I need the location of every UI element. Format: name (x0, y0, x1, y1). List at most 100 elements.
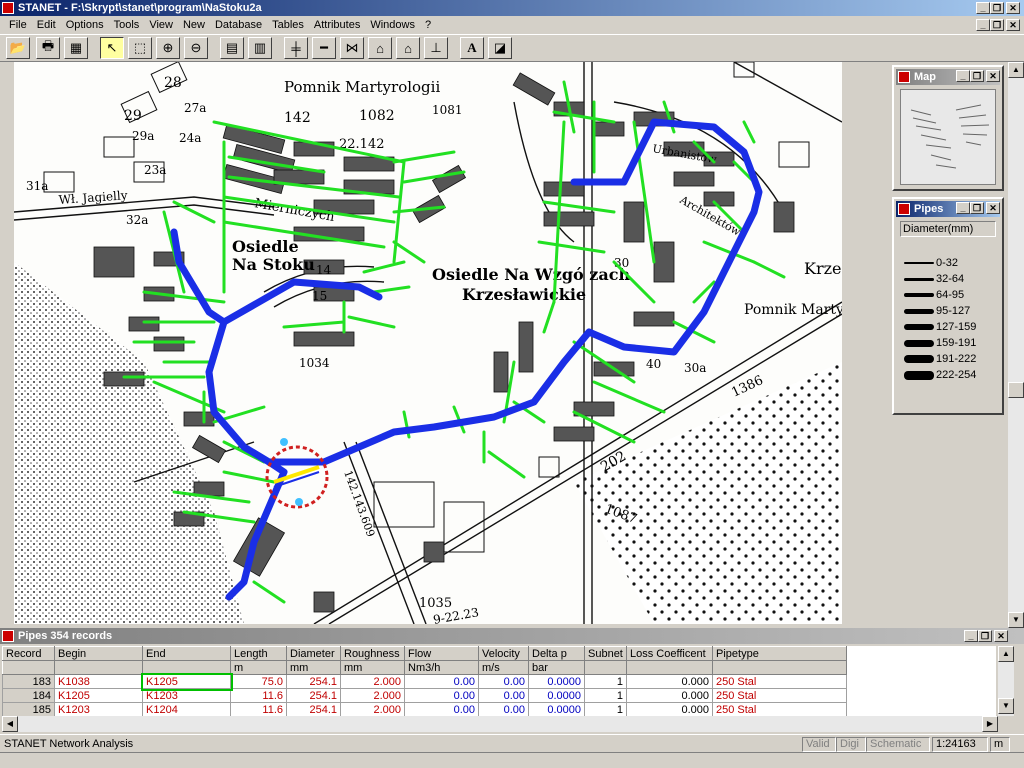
doc-minimize-button[interactable]: _ (976, 19, 990, 31)
pipes-table-title[interactable]: Pipes 354 records (0, 628, 1024, 644)
menu-windows[interactable]: Windows (365, 16, 420, 34)
zoom-in-icon[interactable]: ⊕ (156, 37, 180, 59)
menu-view[interactable]: View (144, 16, 178, 34)
table-cell[interactable]: 0.000 (626, 688, 713, 703)
table-cell[interactable]: 254.1 (286, 702, 341, 716)
table-cell[interactable]: 11.6 (230, 688, 287, 703)
open-icon[interactable]: 📂 (6, 37, 30, 59)
table-row[interactable]: 183 K1038 K1205 75.0 254.1 2.000 0.00 0.00 0.000… (2, 672, 847, 691)
legend-close-button[interactable]: ✕ (986, 202, 1000, 214)
table-cell[interactable]: 250 Stal (712, 688, 847, 703)
legend-minimize-button[interactable]: _ (956, 202, 970, 214)
mini-map-title[interactable]: Map (896, 69, 1000, 85)
select-region-icon[interactable]: ⬚ (128, 37, 152, 59)
table-cell[interactable]: K1203 (54, 702, 143, 716)
table-cell[interactable]: 2.000 (340, 688, 405, 703)
text-icon[interactable]: A (460, 37, 484, 59)
mini-map-minimize-button[interactable]: _ (956, 70, 970, 82)
form-icon[interactable]: ▥ (248, 37, 272, 59)
menu-edit[interactable]: Edit (32, 16, 61, 34)
valve-icon[interactable]: ⋈ (340, 37, 364, 59)
table-cell[interactable]: K1205 (140, 672, 233, 691)
station-icon[interactable]: ⌂ (368, 37, 392, 59)
table-scroll-up[interactable]: ▲ (998, 646, 1014, 662)
mini-map-view[interactable] (900, 89, 996, 185)
calculator-icon[interactable]: ▦ (64, 37, 88, 59)
pipe-icon[interactable]: ╪ (284, 37, 308, 59)
table-cell[interactable]: 1 (584, 702, 627, 716)
print-icon[interactable]: 🖶 (36, 37, 60, 59)
selected-pipe[interactable] (265, 438, 329, 509)
table-scroll-left[interactable]: ◀ (2, 716, 18, 732)
table-cell[interactable]: 2.000 (340, 702, 405, 716)
table-cell[interactable]: 0.0000 (528, 688, 585, 703)
table-cell[interactable]: 183 (2, 674, 55, 689)
table-cell[interactable]: 1 (584, 674, 627, 689)
menu-new[interactable]: New (178, 16, 210, 34)
doc-restore-button[interactable]: ❐ (990, 19, 1004, 31)
table-cell[interactable]: 0.0000 (528, 702, 585, 716)
legend-restore-button[interactable]: ❐ (970, 202, 984, 214)
menu-database[interactable]: Database (210, 16, 267, 34)
menu-file[interactable]: File (4, 16, 32, 34)
table-cell[interactable]: 254.1 (286, 674, 341, 689)
table-row[interactable]: 184 K1205 K1203 11.6 254.1 2.000 0.00 0.00 0.000… (2, 688, 847, 703)
table-cell[interactable]: K1203 (142, 688, 231, 703)
table-hscroll[interactable]: ◀ ▶ (2, 716, 998, 732)
table-cell[interactable]: 0.00 (478, 688, 529, 703)
scroll-down-button[interactable]: ▼ (1008, 612, 1024, 628)
table-cell[interactable]: 0.000 (626, 674, 713, 689)
zoom-out-icon[interactable]: ⊖ (184, 37, 208, 59)
table-cell[interactable]: 11.6 (230, 702, 287, 716)
table-cell[interactable]: K1038 (54, 674, 143, 689)
table-scroll-right[interactable]: ▶ (982, 716, 998, 732)
table-cell[interactable]: 250 Stal (712, 702, 847, 716)
table-cell[interactable]: 0.00 (478, 674, 529, 689)
table-cell[interactable]: 185 (2, 702, 55, 716)
table-cell[interactable]: 254.1 (286, 688, 341, 703)
window-vscroll[interactable]: ▲ ▼ (1008, 62, 1024, 628)
table-close-button[interactable]: ✕ (994, 630, 1008, 642)
table-cell[interactable]: 75.0 (230, 674, 287, 689)
table-cell[interactable]: K1204 (142, 702, 231, 716)
house-icon[interactable]: ⌂ (396, 37, 420, 59)
table-cell[interactable]: 184 (2, 688, 55, 703)
fill-icon[interactable]: ◪ (488, 37, 512, 59)
table-cell[interactable]: 250 Stal (712, 674, 847, 689)
meter-icon[interactable]: ⊥ (424, 37, 448, 59)
table-cell[interactable]: 0.000 (626, 702, 713, 716)
legend-field[interactable]: Diameter(mm) (900, 221, 996, 237)
table-cell[interactable]: 0.0000 (528, 674, 585, 689)
table-cell[interactable]: 0.00 (404, 674, 479, 689)
line-icon[interactable]: ━ (312, 37, 336, 59)
menu-attributes[interactable]: Attributes (309, 16, 365, 34)
menu-help[interactable]: ? (420, 16, 436, 34)
table-cell[interactable]: 0.00 (478, 702, 529, 716)
menu-tables[interactable]: Tables (267, 16, 309, 34)
pointer-icon[interactable]: ↖ (100, 37, 124, 59)
table-cell[interactable]: K1205 (54, 688, 143, 703)
table-cell[interactable]: 2.000 (340, 674, 405, 689)
menu-options[interactable]: Options (61, 16, 109, 34)
scroll-thumb[interactable] (1008, 382, 1024, 398)
table-scroll-down[interactable]: ▼ (998, 698, 1014, 714)
network-map[interactable]: Pomnik Martyrologii 142 1082 1081 22.142… (14, 62, 842, 624)
menu-tools[interactable]: Tools (109, 16, 145, 34)
scroll-up-button[interactable]: ▲ (1008, 62, 1024, 78)
table-restore-button[interactable]: ❐ (978, 630, 992, 642)
minimize-button[interactable]: _ (976, 2, 990, 14)
mini-map-restore-button[interactable]: ❐ (970, 70, 984, 82)
table-row[interactable]: 185 K1203 K1204 11.6 254.1 2.000 0.00 0.00 0.000… (2, 702, 847, 716)
mini-map-close-button[interactable]: ✕ (986, 70, 1000, 82)
restore-button[interactable]: ❐ (990, 2, 1004, 14)
map-canvas[interactable]: Pomnik Martyrologii 142 1082 1081 22.142… (14, 62, 842, 624)
table-cell[interactable]: 0.00 (404, 702, 479, 716)
app-icon[interactable] (2, 2, 14, 14)
table-cell[interactable]: 1 (584, 688, 627, 703)
table-vscroll[interactable]: ▲ ▼ (998, 646, 1014, 716)
close-button[interactable]: ✕ (1006, 2, 1020, 14)
legend-title[interactable]: Pipes (896, 201, 1000, 217)
table-icon[interactable]: ▤ (220, 37, 244, 59)
table-cell[interactable]: 0.00 (404, 688, 479, 703)
doc-close-button[interactable]: ✕ (1006, 19, 1020, 31)
